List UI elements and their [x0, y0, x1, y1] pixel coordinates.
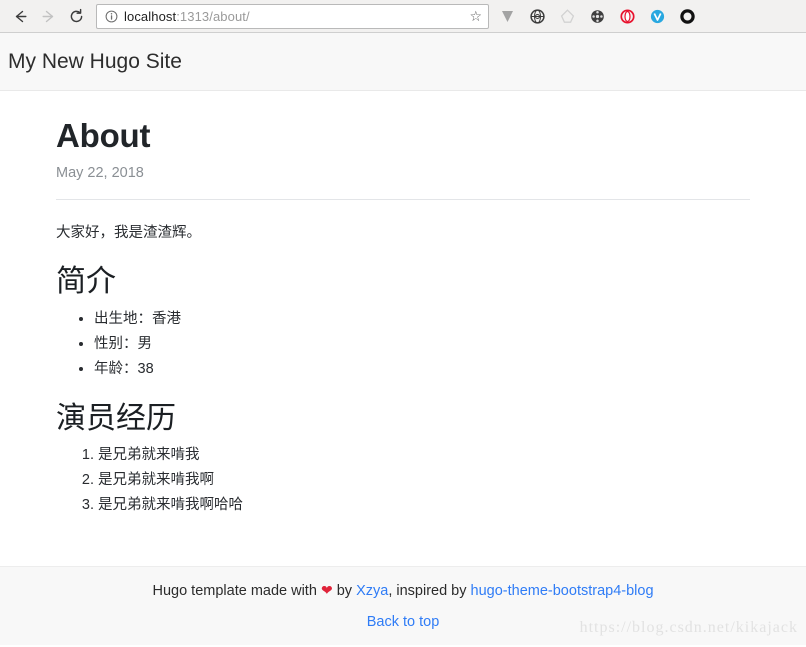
- page-title: About: [56, 117, 151, 154]
- ordered-list: 是兄弟就来啃我 是兄弟就来啃我啊 是兄弟就来啃我啊哈哈: [56, 443, 750, 518]
- browser-toolbar: localhost:1313/about/ ☆: [0, 0, 806, 33]
- back-to-top-link[interactable]: Back to top: [367, 614, 440, 630]
- reload-icon[interactable]: [62, 2, 90, 30]
- list-item: 是兄弟就来啃我啊哈哈: [98, 493, 750, 518]
- footer-middle: , inspired by: [388, 583, 467, 599]
- opera-o-icon[interactable]: [617, 6, 638, 27]
- post-date: May 22, 2018: [56, 165, 144, 181]
- site-title[interactable]: My New Hugo Site: [8, 50, 182, 74]
- site-header: My New Hugo Site: [0, 33, 806, 91]
- author-link[interactable]: Xzya: [356, 583, 388, 599]
- vimium-v-icon[interactable]: [497, 6, 518, 27]
- black-ring-icon[interactable]: [677, 6, 698, 27]
- list-item: 年龄：38: [94, 357, 750, 382]
- list-item: 性别：男: [94, 332, 750, 357]
- film-reel-icon[interactable]: [587, 6, 608, 27]
- bookmark-star-icon[interactable]: ☆: [469, 9, 482, 23]
- forward-arrow-icon: [34, 2, 62, 30]
- footer-by: by: [336, 583, 353, 599]
- main-content: About May 22, 2018 大家好，我是渣渣辉。 简介 出生地：香港 …: [0, 91, 806, 566]
- list-item: 是兄弟就来啃我: [98, 443, 750, 468]
- url-host: localhost: [124, 8, 177, 24]
- watermark-text: https://blog.csdn.net/kikajack: [579, 619, 798, 636]
- intro-paragraph: 大家好，我是渣渣辉。: [56, 225, 201, 241]
- back-arrow-icon[interactable]: [6, 2, 34, 30]
- title-divider: [56, 199, 750, 200]
- theme-link[interactable]: hugo-theme-bootstrap4-blog: [471, 583, 654, 599]
- footer-credit-line: Hugo template made with ❤ by Xzya, inspi…: [0, 567, 806, 599]
- list-item: 出生地：香港: [94, 307, 750, 332]
- url-text: localhost:1313/about/: [124, 9, 465, 24]
- blue-check-circle-icon[interactable]: [647, 6, 668, 27]
- url-path: :1313/about/: [176, 8, 250, 24]
- list-item: 是兄弟就来啃我啊: [98, 468, 750, 493]
- site-footer: Hugo template made with ❤ by Xzya, inspi…: [0, 566, 806, 645]
- info-circle-icon[interactable]: [105, 10, 118, 23]
- heart-icon: ❤: [320, 582, 333, 598]
- globe-extension-icon[interactable]: [527, 6, 548, 27]
- outline-diamond-icon[interactable]: [557, 6, 578, 27]
- address-bar[interactable]: localhost:1313/about/ ☆: [96, 3, 489, 29]
- extension-icons: [497, 6, 698, 27]
- footer-prefix: Hugo template made with: [152, 583, 317, 599]
- bullet-list: 出生地：香港 性别：男 年龄：38: [56, 307, 750, 382]
- section-heading-1: 演员经历: [56, 401, 176, 435]
- content-container: About May 22, 2018 大家好，我是渣渣辉。 简介 出生地：香港 …: [56, 91, 750, 518]
- section-heading-0: 简介: [56, 265, 116, 299]
